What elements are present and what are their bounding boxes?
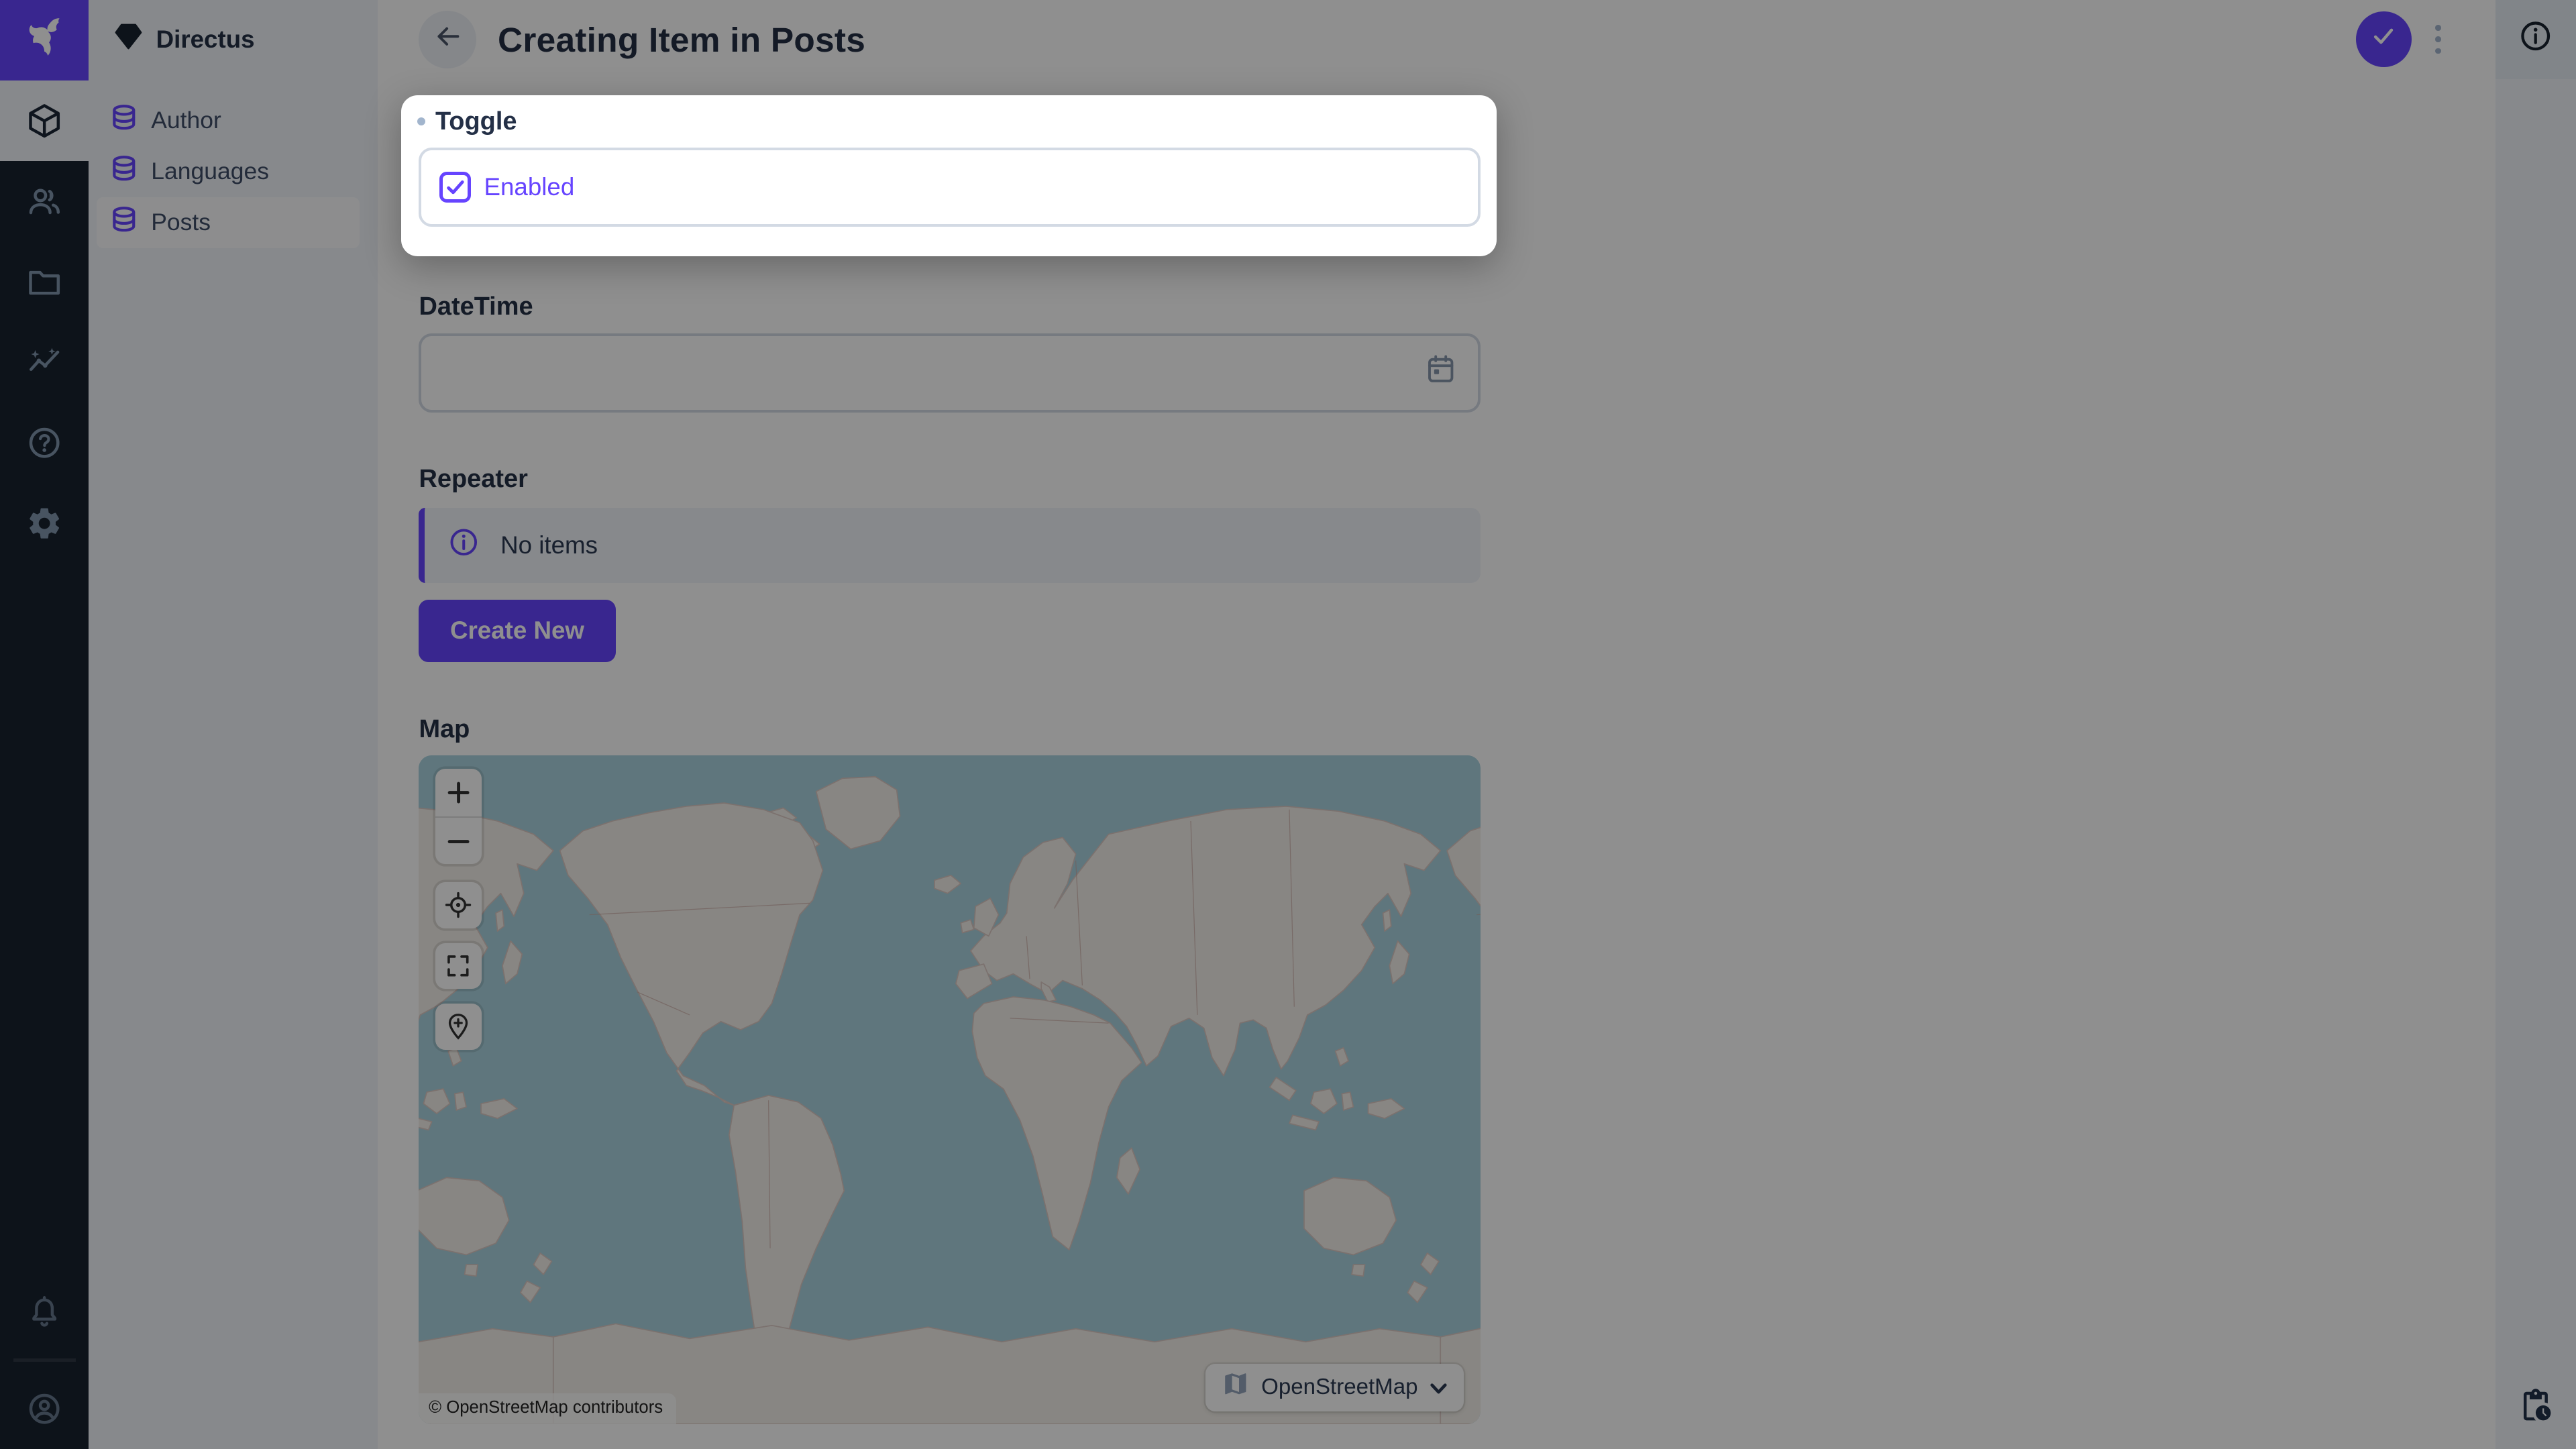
toggle-field-spotlight: Toggle Enabled — [401, 95, 1497, 256]
toggle-input[interactable]: Enabled — [419, 148, 1480, 227]
toggle-checkbox-label[interactable]: Enabled — [484, 173, 575, 201]
checkmark-icon — [445, 176, 466, 198]
edited-indicator-dot — [417, 117, 425, 125]
toggle-field-label: Toggle — [435, 109, 517, 135]
directus-app: Directus Author Languages Posts — [0, 0, 2576, 1449]
toggle-checkbox[interactable] — [439, 172, 471, 203]
